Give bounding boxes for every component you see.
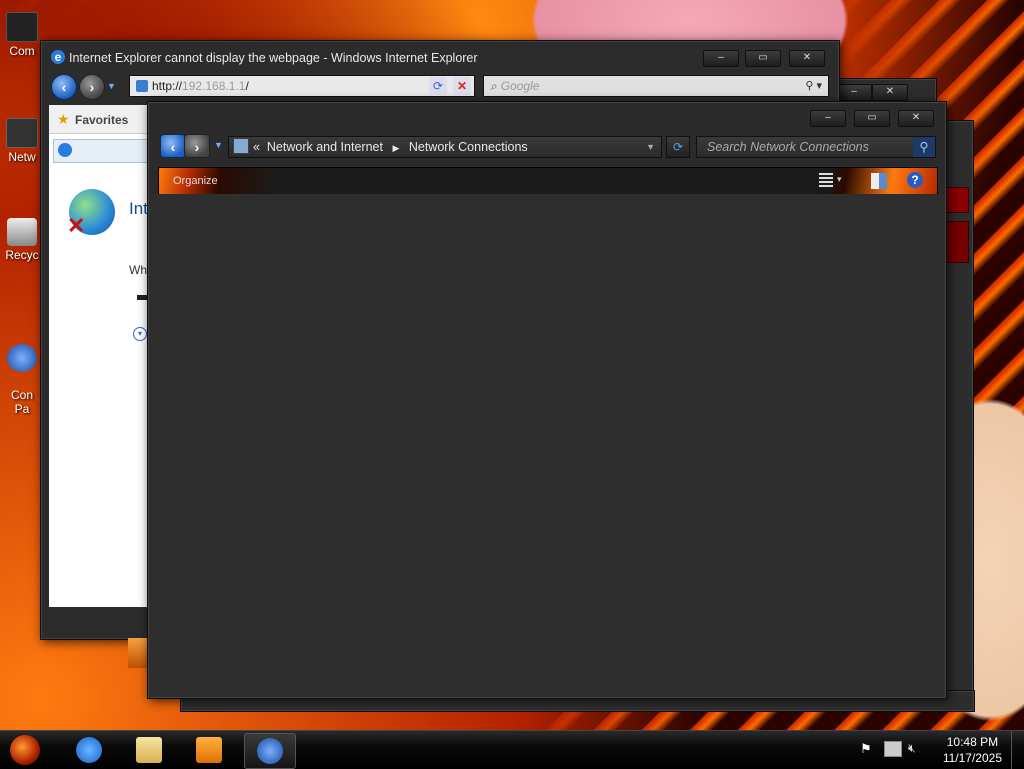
start-button[interactable] <box>4 733 44 767</box>
recent-pages-dropdown-icon[interactable]: ▼ <box>214 140 223 150</box>
minimize-button[interactable]: – <box>703 50 739 67</box>
tab-ie-icon <box>58 143 72 157</box>
ie-page-area: ★ Favorites ✕ Int Wh ▾ <box>49 105 151 607</box>
search-provider-icon: ⌕ <box>490 79 497 93</box>
ie-logo-icon: e <box>51 50 65 64</box>
folder-icon <box>136 737 162 763</box>
page-tab[interactable] <box>53 139 151 163</box>
help-icon[interactable]: ? <box>907 172 923 188</box>
desktop-icon-control-panel[interactable]: Con Pa <box>0 330 44 416</box>
taskbar-network-window[interactable] <box>244 733 296 769</box>
recent-pages-dropdown-icon[interactable]: ▼ <box>107 81 116 91</box>
address-bar[interactable]: « Network and Internet ▶ Network Connect… <box>228 136 662 158</box>
change-view-icon[interactable] <box>819 173 833 189</box>
action-center-flag-icon[interactable]: ⚑ <box>860 741 874 756</box>
computer-icon <box>6 12 38 42</box>
network-folder-icon <box>233 138 249 154</box>
address-bar[interactable]: http://192.168.1.1/ ▼ <box>129 75 475 97</box>
breadcrumb-network-and-internet[interactable]: Network and Internet <box>267 140 383 154</box>
breadcrumb-chevron-icon[interactable]: ▶ <box>392 143 399 153</box>
taskbar: ⚑ 🔇︎ 10:48 PM 11/17/2025 <box>0 730 1024 769</box>
clock-date: 11/17/2025 <box>942 751 1002 765</box>
taskbar-windows-explorer[interactable] <box>124 733 174 767</box>
close-button[interactable]: ✕ <box>898 110 934 127</box>
breadcrumb-network-connections[interactable]: Network Connections <box>409 140 528 154</box>
page-icon <box>136 80 148 92</box>
media-player-icon <box>196 737 222 763</box>
recycle-bin-icon <box>7 218 37 246</box>
more-info-expand-icon[interactable]: ▾ <box>133 327 147 341</box>
refresh-icon[interactable]: ⟳ <box>666 136 690 158</box>
network-connections-window: – ▭ ✕ ‹ › ▼ « Network and Internet ▶ Net… <box>147 101 947 699</box>
stop-icon[interactable]: ✕ <box>453 77 471 95</box>
favorites-bar: ★ Favorites <box>49 105 149 134</box>
maximize-button[interactable]: ▭ <box>745 50 781 67</box>
control-panel-icon <box>7 344 37 372</box>
taskbar-media-player[interactable] <box>184 733 234 767</box>
desktop-icon-recycle-bin[interactable]: Recyc <box>0 218 44 262</box>
error-heading: Int <box>129 199 148 218</box>
preview-pane-icon[interactable] <box>871 173 887 189</box>
clock-time: 10:48 PM <box>946 735 999 749</box>
minimize-button[interactable]: – <box>810 110 846 127</box>
desktop-icon-network[interactable]: Netw <box>0 118 44 164</box>
hidden-window-thumbnail <box>128 638 148 668</box>
taskbar-internet-explorer[interactable] <box>64 733 114 767</box>
close-button[interactable]: ✕ <box>789 50 825 67</box>
forward-button[interactable]: › <box>79 74 105 100</box>
error-text: Wh <box>129 263 147 277</box>
error-x-icon: ✕ <box>67 213 86 238</box>
forward-button[interactable]: › <box>184 134 210 158</box>
back-button[interactable]: ‹ <box>51 74 77 100</box>
network-icon <box>6 118 38 148</box>
close-button[interactable]: ✕ <box>872 84 908 101</box>
address-dropdown-icon[interactable]: ▼ <box>646 137 655 157</box>
network-icon <box>257 738 283 764</box>
back-button[interactable]: ‹ <box>160 134 186 158</box>
globe-error-icon: ✕ <box>67 189 115 238</box>
favorites-star-icon[interactable]: ★ <box>57 111 70 128</box>
internet-explorer-icon <box>76 737 102 763</box>
organize-button[interactable]: Organize <box>173 175 218 187</box>
minimize-button[interactable]: – <box>836 84 872 101</box>
search-box[interactable]: ⌕ Google ⚲ ▾ <box>483 75 829 97</box>
show-desktop-button[interactable] <box>1011 731 1024 769</box>
clock[interactable]: 10:48 PM 11/17/2025 <box>943 734 1002 766</box>
maximize-button[interactable]: ▭ <box>854 110 890 127</box>
search-icon[interactable]: ⚲ ▾ <box>805 76 822 96</box>
window-title: Internet Explorer cannot display the web… <box>69 51 478 65</box>
search-icon[interactable]: ⚲ <box>913 137 935 157</box>
refresh-icon[interactable]: ⟳ <box>429 77 447 95</box>
desktop-icon-computer[interactable]: Com <box>0 12 44 58</box>
network-status-icon[interactable] <box>884 741 902 757</box>
search-input[interactable]: Search Network Connections ⚲ <box>696 136 936 158</box>
network-connections-content <box>149 194 945 697</box>
view-dropdown-icon[interactable]: ▾ <box>837 174 842 185</box>
start-orb-icon <box>10 735 40 765</box>
volume-muted-icon[interactable]: 🔇︎ <box>908 741 922 755</box>
command-bar: Organize ▾ ? <box>158 167 938 195</box>
favorites-button[interactable]: Favorites <box>75 113 128 127</box>
